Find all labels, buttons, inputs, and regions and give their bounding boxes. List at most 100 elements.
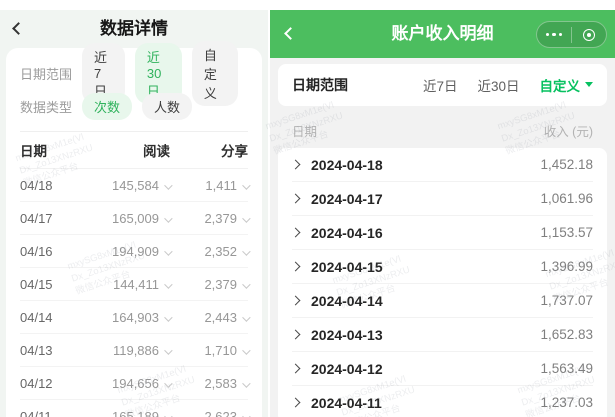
row-date: 04/16	[20, 243, 53, 259]
income-date: 2024-04-18	[311, 156, 383, 173]
income-row[interactable]: 2024-04-12 1,563.49	[290, 352, 593, 386]
row-read-value[interactable]: 119,886	[80, 343, 173, 358]
chevron-down-icon	[242, 246, 251, 256]
row-date: 04/18	[20, 177, 53, 193]
filter-chip[interactable]: 人数	[142, 93, 193, 120]
row-read-value[interactable]: 194,909	[80, 244, 173, 259]
table-row: 04/18 145,584 1,411	[20, 169, 251, 202]
table-row: 04/17 165,009 2,379	[20, 202, 251, 235]
screenshot-root: 数据详情 日期范围 近7日 近30日 自定义 数据类型 次数 人数 日期 阅读 分享 04/…	[0, 0, 615, 417]
data-card: 日期范围 近7日 近30日 自定义 数据类型 次数 人数 日期 阅读 分享 04/18 145…	[6, 41, 262, 417]
filter-chip[interactable]: 次数	[82, 93, 133, 120]
back-button[interactable]	[282, 25, 300, 43]
table-row: 04/15 144,411 2,379	[20, 268, 251, 301]
row-share-value[interactable]: 1,411	[170, 178, 251, 193]
chevron-down-icon	[242, 180, 251, 190]
income-date: 2024-04-15	[311, 258, 383, 275]
chevron-right-icon	[290, 397, 301, 408]
chevron-left-icon	[12, 22, 25, 35]
table-row: 04/16 194,909 2,352	[20, 235, 251, 268]
chevron-right-icon	[290, 295, 301, 306]
income-amount: 1,396.99	[540, 259, 593, 274]
caret-down-icon	[585, 82, 593, 87]
income-amount: 1,652.83	[540, 327, 593, 342]
table-header: 日期 阅读 分享	[20, 132, 248, 169]
row-share-value[interactable]: 2,623	[170, 409, 251, 417]
row-read-value[interactable]: 144,411	[80, 277, 173, 292]
more-button[interactable]	[537, 22, 571, 47]
row-read-value[interactable]: 165,009	[80, 211, 173, 226]
row-read-value[interactable]: 145,584	[80, 178, 173, 193]
chevron-left-icon	[284, 27, 297, 40]
row-share-value[interactable]: 2,379	[170, 277, 251, 292]
row-date: 04/13	[20, 342, 53, 358]
income-row[interactable]: 2024-04-16 1,153.57	[290, 216, 593, 250]
col-header-share: 分享	[221, 144, 248, 159]
right-header: 账户收入明细	[270, 10, 615, 58]
income-row[interactable]: 2024-04-18 1,452.18	[290, 148, 593, 182]
date-range-option[interactable]: 近30日	[477, 75, 519, 95]
income-row[interactable]: 2024-04-15 1,396.99	[290, 250, 593, 284]
row-share-value[interactable]: 2,352	[170, 244, 251, 259]
income-table-body: 2024-04-18 1,452.18 2024-04-17 1,061.96 2024…	[278, 148, 607, 417]
row-read-value[interactable]: 194,656	[80, 376, 173, 391]
income-date: 2024-04-16	[311, 224, 383, 241]
chevron-right-icon	[290, 363, 301, 374]
chevron-down-icon	[242, 213, 251, 223]
income-amount: 1,452.18	[540, 157, 593, 172]
row-date: 04/14	[20, 309, 53, 325]
row-date: 04/11	[20, 408, 52, 417]
row-read-value[interactable]: 165,189	[80, 409, 173, 417]
chevron-right-icon	[290, 193, 301, 204]
row-share-value[interactable]: 2,583	[170, 376, 251, 391]
row-share-value[interactable]: 2,443	[170, 310, 251, 325]
row-date: 04/15	[20, 276, 53, 292]
table-body: 04/18 145,584 1,411 04/17 165,009 2,379 04/16 1…	[20, 169, 251, 417]
row-date: 04/12	[20, 375, 53, 391]
col-header-date: 日期	[292, 124, 318, 139]
more-dots-icon	[545, 32, 563, 37]
income-amount: 1,563.49	[540, 361, 593, 376]
filter-label: 日期范围	[20, 67, 73, 82]
income-amount: 1,061.96	[540, 191, 593, 206]
data-detail-screen: 数据详情 日期范围 近7日 近30日 自定义 数据类型 次数 人数 日期 阅读 分享 04/…	[0, 10, 268, 417]
income-amount: 1,737.07	[540, 293, 593, 308]
table-row: 04/14 164,903 2,443	[20, 301, 251, 334]
income-row[interactable]: 2024-04-14 1,737.07	[290, 284, 593, 318]
income-date: 2024-04-11	[311, 394, 382, 411]
income-row[interactable]: 2024-04-17 1,061.96	[290, 182, 593, 216]
income-row[interactable]: 2024-04-13 1,652.83	[290, 318, 593, 352]
income-date: 2024-04-14	[311, 292, 383, 309]
col-header-income: 收入 (元)	[543, 124, 593, 139]
chevron-down-icon	[242, 345, 251, 355]
chevron-down-icon	[242, 279, 251, 289]
row-read-value[interactable]: 164,903	[80, 310, 173, 325]
miniprogram-capsule	[536, 21, 607, 48]
filters-section: 日期范围 近7日 近30日 自定义 数据类型 次数 人数	[20, 41, 248, 132]
date-range-option[interactable]: 近7日	[423, 75, 458, 95]
filter-chip[interactable]: 自定义	[191, 41, 239, 106]
chevron-right-icon	[290, 329, 301, 340]
table-row: 04/12 194,656 2,583	[20, 367, 251, 400]
chevron-down-icon	[242, 312, 251, 322]
table-row: 04/11 165,189 2,623	[20, 400, 251, 417]
filter-row: 日期范围 近7日 近30日 自定义	[20, 41, 248, 106]
row-share-value[interactable]: 1,710	[170, 343, 251, 358]
chevron-down-icon	[242, 378, 251, 388]
date-range-card: 日期范围 近7日 近30日 自定义	[278, 64, 607, 106]
filter-label: 数据类型	[20, 100, 73, 115]
date-range-label: 日期范围	[292, 77, 348, 93]
close-target-button[interactable]	[572, 22, 606, 47]
income-date: 2024-04-17	[311, 190, 383, 207]
income-row[interactable]: 2024-04-11 1,237.03	[290, 386, 593, 417]
chevron-right-icon	[290, 159, 301, 170]
row-share-value[interactable]: 2,379	[170, 211, 251, 226]
row-date: 04/17	[20, 210, 53, 226]
chevron-right-icon	[290, 227, 301, 238]
table-row: 04/13 119,886 1,710	[20, 334, 251, 367]
date-range-option[interactable]: 自定义	[540, 75, 593, 95]
income-table-header: 日期 收入 (元)	[278, 112, 607, 148]
income-date: 2024-04-13	[311, 326, 383, 343]
target-icon	[583, 28, 595, 41]
back-button[interactable]	[10, 20, 28, 38]
